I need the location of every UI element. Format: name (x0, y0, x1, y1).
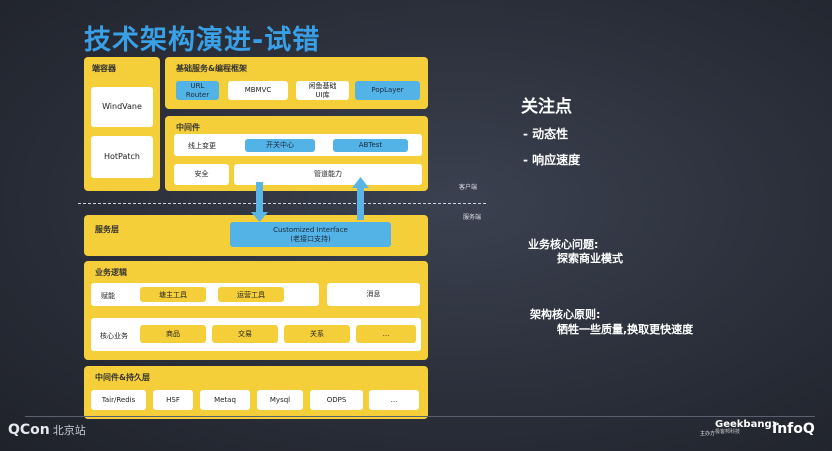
core-biz-label: 核心业务 (100, 332, 128, 340)
odps-chip: ODPS (310, 390, 363, 410)
focus-title: 关注点 (521, 97, 572, 117)
problem-body: 探索商业模式 (557, 252, 623, 265)
online-change-label: 线上变更 (188, 142, 216, 150)
metaq-chip: Metaq (200, 390, 250, 410)
principle-body: 牺牲一些质量,换取更快速度 (557, 323, 694, 336)
geekbang-logo: Geekbang> 极客邦科技 (715, 420, 780, 435)
ops-tools-chip: 运营工具 (218, 287, 284, 302)
infoq-logo: InfoQ (772, 421, 815, 437)
container-header: 端容器 (92, 64, 116, 73)
hotpatch-box: HotPatch (91, 136, 153, 178)
security-box: 安全 (174, 164, 229, 185)
server-tag: 服务端 (463, 214, 482, 221)
principle-title: 架构核心原则: (530, 308, 601, 321)
qcon-logo: QCon 北京站 (8, 422, 86, 438)
url-router-chip: URL Router (176, 81, 219, 100)
qcon-logo-text: QCon (8, 422, 50, 438)
focus-item-dynamic: - 动态性 (523, 127, 569, 141)
idle-ui-chip: 闲鱼基础 UI库 (296, 81, 349, 100)
pipeline-box: 管道能力 (234, 164, 422, 185)
basic-service-header: 基础服务&编程框架 (176, 64, 247, 73)
abtest-chip: ABTest (333, 139, 408, 152)
empower-label: 赋能 (101, 292, 115, 300)
shop-tools-chip: 塘主工具 (140, 287, 206, 302)
focus-item-speed: - 响应速度 (523, 153, 581, 167)
customized-interface-chip: Customized Interface (老接口支持) (230, 222, 391, 247)
more-biz-chip: ... (356, 325, 416, 343)
client-middleware-header: 中间件 (176, 123, 200, 132)
mbmvc-chip: MBMVC (228, 81, 288, 100)
geekbang-logo-sub: 极客邦科技 (715, 429, 741, 435)
poplayer-chip: PopLayer (355, 81, 420, 100)
message-box: 消息 (327, 283, 420, 306)
client-tag: 客户端 (459, 184, 478, 191)
windvane-box: WindVane (91, 87, 153, 127)
qcon-logo-sub: 北京站 (52, 424, 86, 437)
biz-logic-header: 业务逻辑 (95, 268, 127, 277)
hsf-chip: HSF (153, 390, 193, 410)
organizer-label: 主办方 (700, 431, 716, 437)
client-server-divider (78, 203, 486, 204)
more-persist-chip: ... (369, 390, 419, 410)
mysql-chip: Mysql (257, 390, 303, 410)
relation-chip: 关系 (284, 325, 350, 343)
goods-chip: 商品 (140, 325, 206, 343)
switch-center-chip: 开关中心 (245, 139, 315, 152)
slide-title: 技术架构演进-试错 (84, 25, 321, 56)
trade-chip: 交易 (212, 325, 278, 343)
tair-chip: Tair/Redis (91, 390, 146, 410)
footer-line (25, 416, 815, 417)
persist-header: 中间件&持久层 (95, 373, 150, 382)
service-layer-label: 服务层 (95, 225, 119, 234)
